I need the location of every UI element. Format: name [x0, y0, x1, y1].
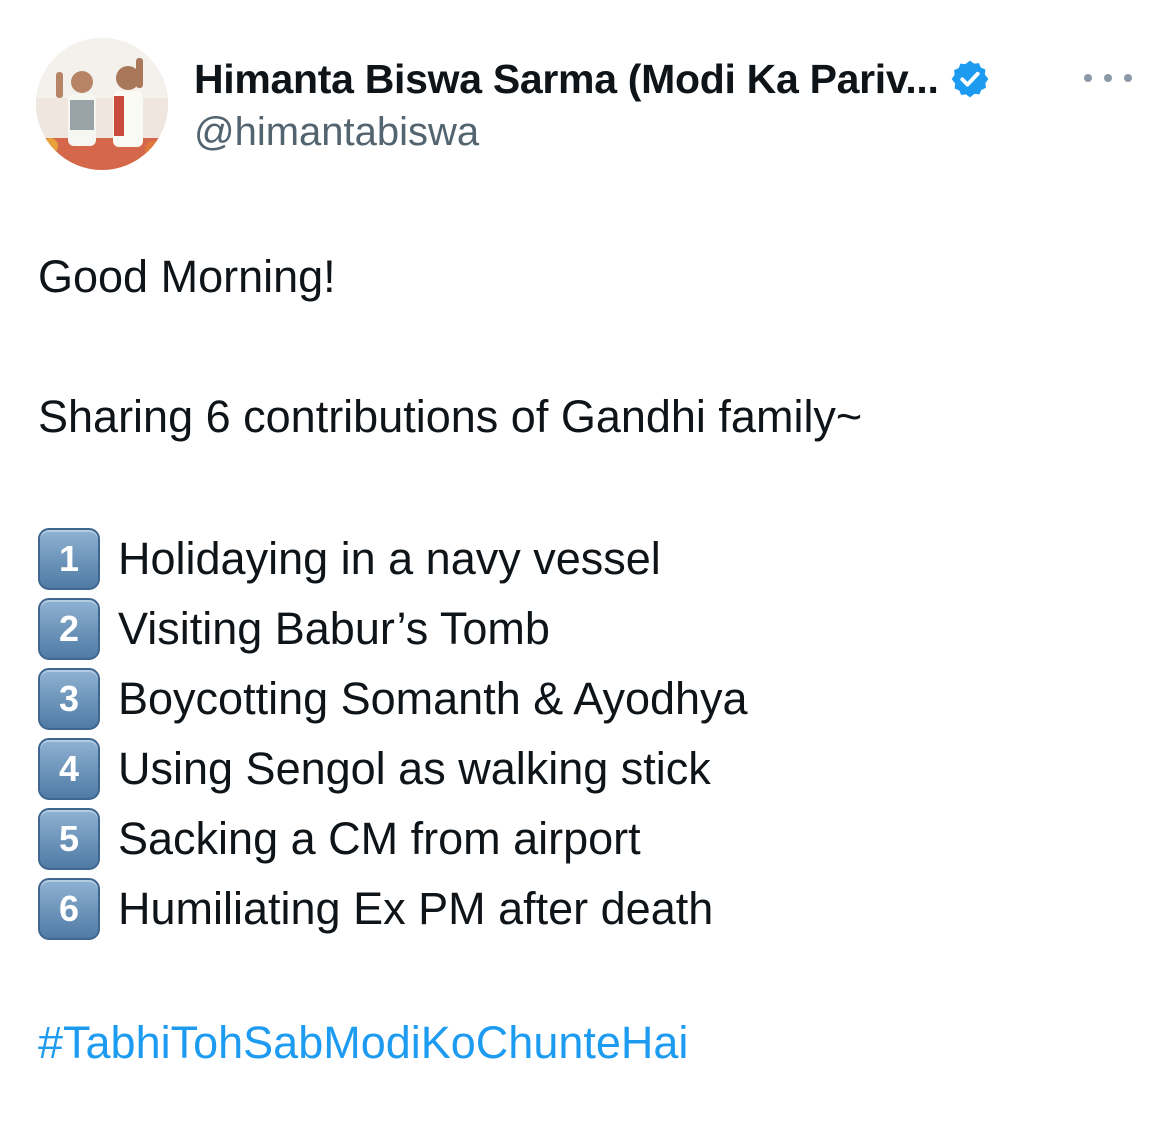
list-item: 4 Using Sengol as walking stick: [38, 734, 748, 804]
list-item: 3 Boycotting Somanth & Ayodhya: [38, 664, 748, 734]
contribution-list: 1 Holidaying in a navy vessel 2 Visiting…: [38, 524, 748, 944]
hashtag-link[interactable]: #TabhiTohSabModiKoChunteHai: [38, 1016, 688, 1070]
list-item-text: Using Sengol as walking stick: [118, 743, 711, 794]
keycap-digit-four-icon: 4: [38, 738, 100, 800]
more-options-icon[interactable]: [1084, 60, 1132, 96]
list-item-text: Visiting Babur’s Tomb: [118, 603, 550, 654]
tweet: Himanta Biswa Sarma (Modi Ka Pariv... @h…: [0, 0, 1170, 1133]
list-item-text: Sacking a CM from airport: [118, 813, 641, 864]
keycap-digit-one-icon: 1: [38, 528, 100, 590]
list-item-text: Holidaying in a navy vessel: [118, 533, 661, 584]
list-item: 1 Holidaying in a navy vessel: [38, 524, 748, 594]
tweet-header: Himanta Biswa Sarma (Modi Ka Pariv... @h…: [36, 38, 1136, 170]
more-dot: [1124, 74, 1132, 82]
author-handle[interactable]: @himantabiswa: [194, 110, 479, 155]
list-item-text: Humiliating Ex PM after death: [118, 883, 714, 934]
author-display-name[interactable]: Himanta Biswa Sarma (Modi Ka Pariv...: [194, 56, 939, 103]
more-dot: [1084, 74, 1092, 82]
keycap-digit-five-icon: 5: [38, 808, 100, 870]
keycap-digit-six-icon: 6: [38, 878, 100, 940]
tweet-intro: Sharing 6 contributions of Gandhi family…: [38, 391, 863, 442]
list-item: 6 Humiliating Ex PM after death: [38, 874, 748, 944]
list-item: 2 Visiting Babur’s Tomb: [38, 594, 748, 664]
avatar[interactable]: [36, 38, 168, 170]
verified-badge-icon[interactable]: [949, 58, 991, 100]
list-item-text: Boycotting Somanth & Ayodhya: [118, 673, 748, 724]
list-item: 5 Sacking a CM from airport: [38, 804, 748, 874]
tweet-greeting: Good Morning!: [38, 251, 336, 302]
more-dot: [1104, 74, 1112, 82]
keycap-digit-three-icon: 3: [38, 668, 100, 730]
keycap-digit-two-icon: 2: [38, 598, 100, 660]
author-name-row: Himanta Biswa Sarma (Modi Ka Pariv...: [194, 54, 991, 104]
